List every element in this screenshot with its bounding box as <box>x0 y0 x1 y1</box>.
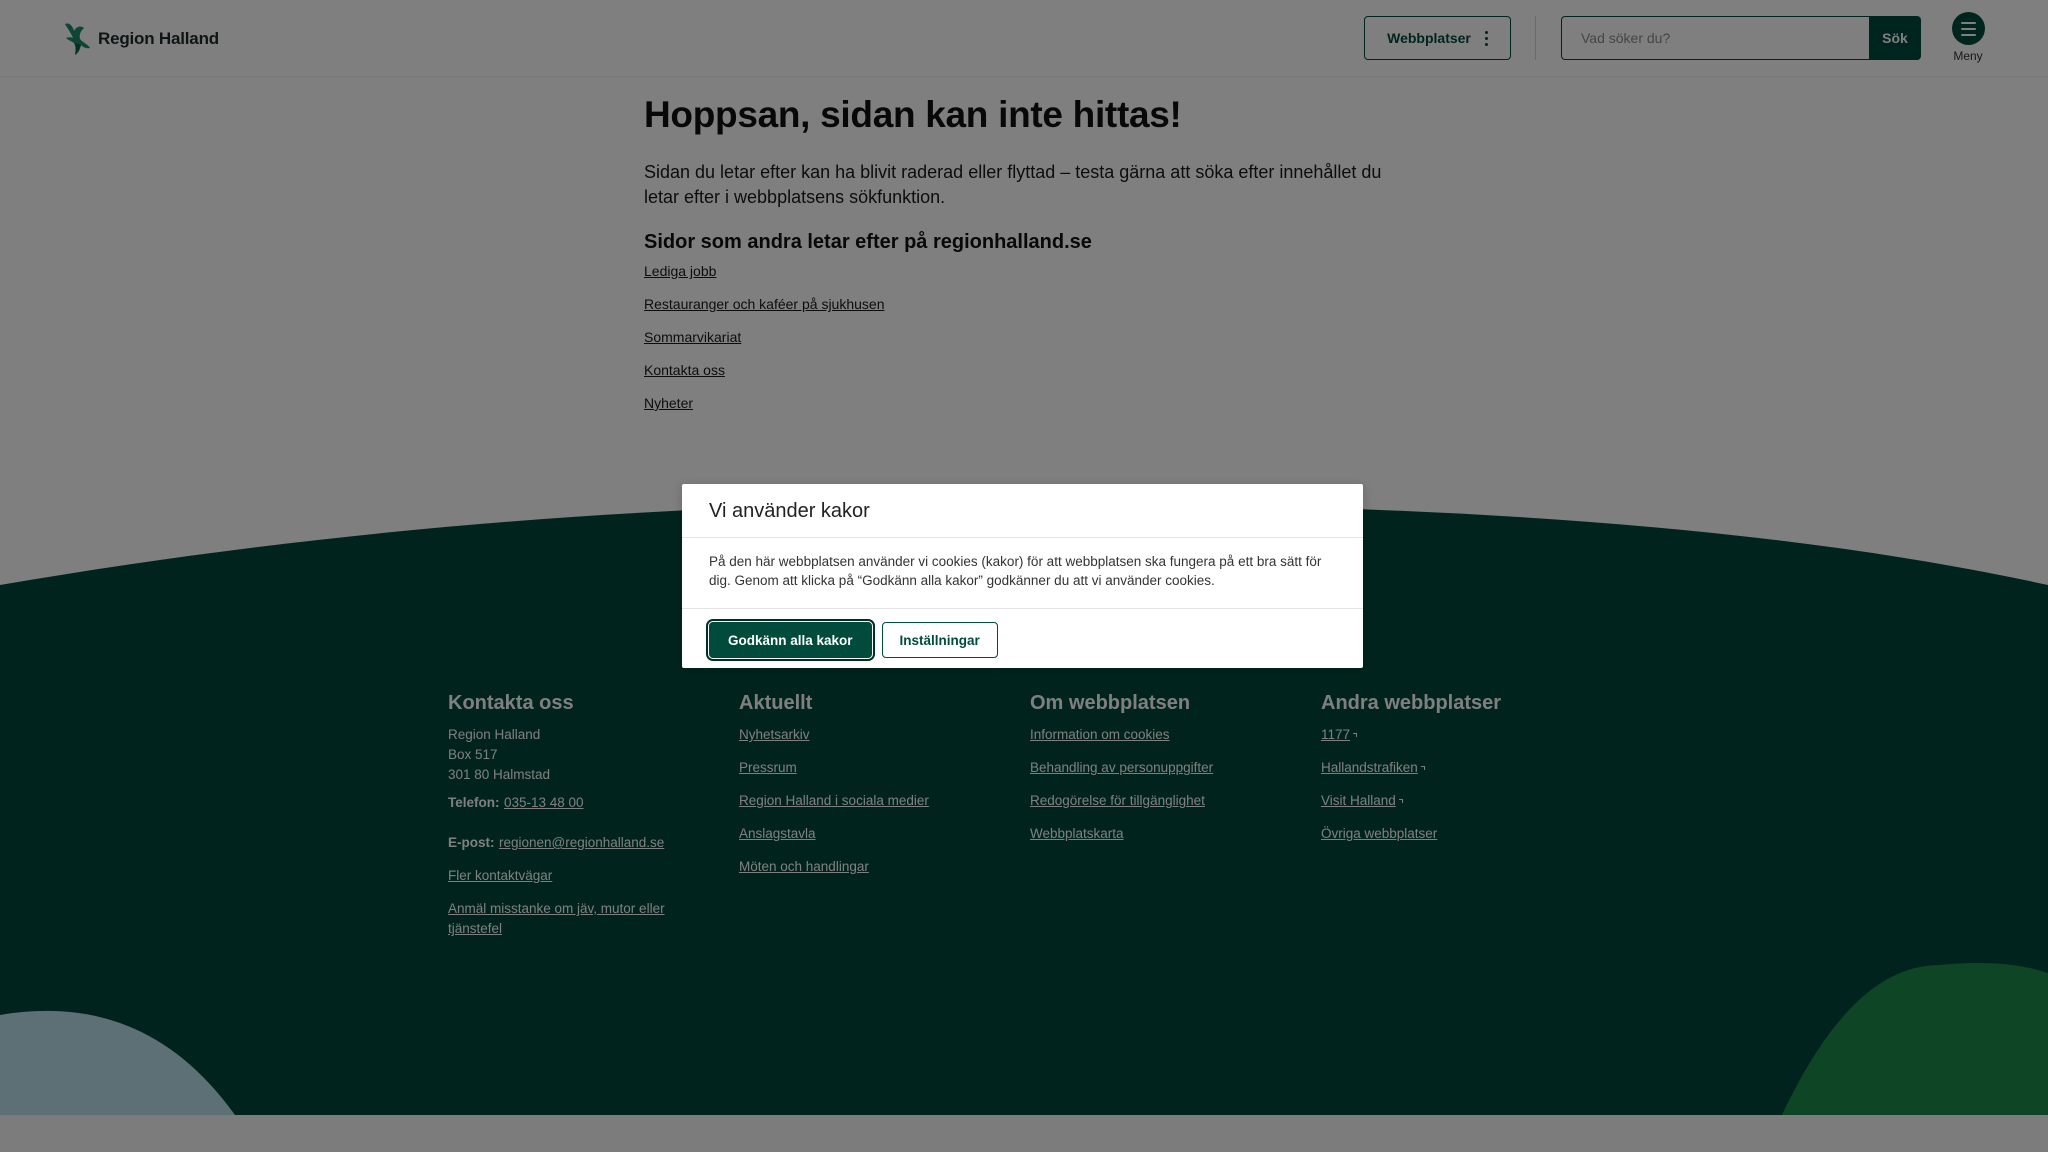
cookie-dialog-title: Vi använder kakor <box>682 484 1363 538</box>
cookie-consent-dialog: Vi använder kakor På den här webbplatsen… <box>682 484 1363 668</box>
cookie-settings-button[interactable]: Inställningar <box>881 622 998 658</box>
accept-all-cookies-button[interactable]: Godkänn alla kakor <box>706 619 875 661</box>
cookie-dialog-actions: Godkänn alla kakor Inställningar <box>682 609 1363 661</box>
page-bottom-strip <box>0 1115 2048 1152</box>
cookie-dialog-text: På den här webbplatsen använder vi cooki… <box>682 538 1363 609</box>
